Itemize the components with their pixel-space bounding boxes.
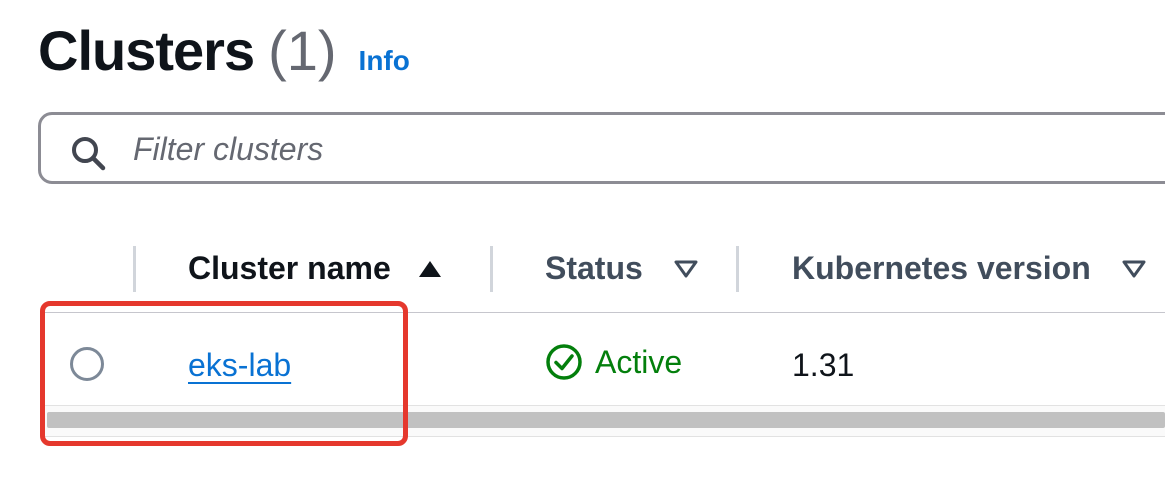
column-header-status[interactable]: Status bbox=[545, 250, 699, 287]
column-header-label: Cluster name bbox=[188, 250, 391, 286]
column-divider[interactable] bbox=[736, 246, 739, 292]
horizontal-scrollbar[interactable] bbox=[45, 405, 1165, 437]
status-text: Active bbox=[595, 343, 683, 380]
column-divider[interactable] bbox=[490, 246, 493, 292]
caret-up-filled-icon bbox=[418, 260, 441, 277]
column-header-label: Kubernetes version bbox=[792, 250, 1091, 286]
kubernetes-version: 1.31 bbox=[792, 347, 855, 383]
cluster-count: (1) bbox=[268, 19, 337, 82]
check-circle-icon bbox=[546, 344, 582, 380]
info-link[interactable]: Info bbox=[359, 45, 410, 77]
filter-clusters-input[interactable] bbox=[133, 125, 1033, 173]
search-icon bbox=[72, 137, 106, 171]
page-title: Clusters bbox=[38, 19, 255, 82]
caret-down-outline-icon bbox=[1122, 260, 1146, 277]
caret-down-outline-icon bbox=[674, 260, 698, 277]
status-cell: Active bbox=[545, 343, 682, 381]
table-row: eks-lab Active 1.31 bbox=[0, 313, 1165, 409]
filter-field[interactable] bbox=[38, 112, 1165, 184]
column-header-kubernetes-version[interactable]: Kubernetes version bbox=[792, 250, 1147, 287]
row-select-radio[interactable] bbox=[70, 347, 104, 381]
column-header-label: Status bbox=[545, 250, 643, 286]
cluster-name-link[interactable]: eks-lab bbox=[188, 347, 291, 384]
column-divider[interactable] bbox=[133, 246, 136, 292]
column-header-cluster-name[interactable]: Cluster name bbox=[188, 250, 443, 287]
scrollbar-thumb[interactable] bbox=[47, 412, 1165, 428]
page-header: Clusters (1) Info bbox=[38, 18, 410, 83]
